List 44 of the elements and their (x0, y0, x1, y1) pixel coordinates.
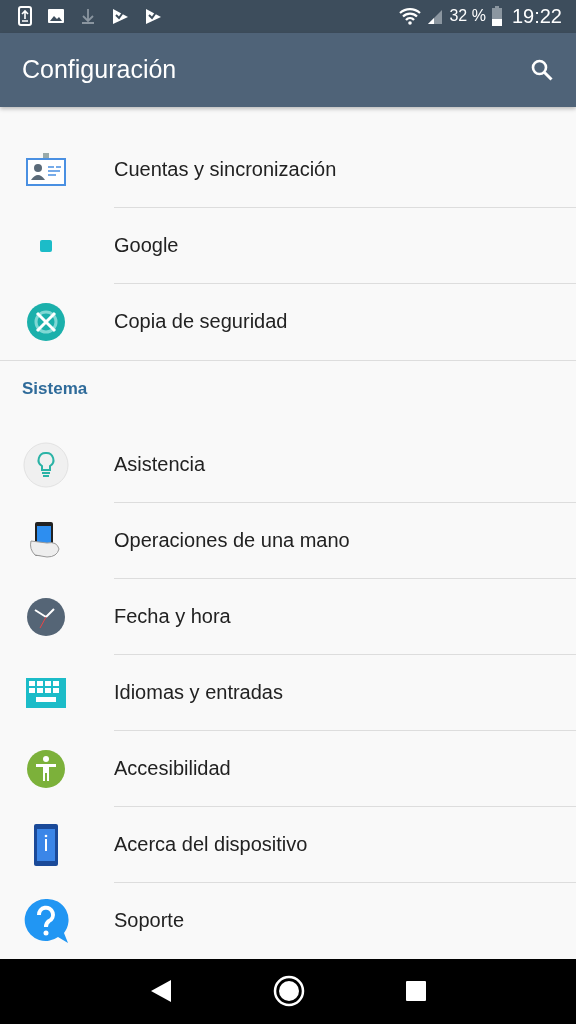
settings-item-label: Accesibilidad (114, 730, 576, 807)
settings-item[interactable]: Asistencia (0, 426, 576, 503)
settings-item[interactable]: Soporte (0, 882, 576, 959)
phone-info-icon (34, 823, 58, 866)
keyboard-icon (26, 677, 66, 708)
upload-phone-icon (18, 6, 32, 27)
id-card-icon (25, 152, 67, 187)
settings-item-label: Fecha y hora (114, 578, 576, 655)
check-flag-icon (111, 7, 129, 26)
lightbulb-icon (23, 441, 69, 488)
clock-icon (26, 596, 66, 637)
settings-item-label: Idiomas y entradas (114, 654, 576, 731)
check-flag-icon (144, 7, 162, 26)
settings-item[interactable]: Idiomas y entradas (0, 654, 576, 731)
settings-item-label: Asistencia (114, 426, 576, 503)
settings-item-label: Cuentas y sincronización (114, 131, 576, 208)
settings-item-label: Copia de seguridad (114, 309, 289, 335)
section-header: Sistema (21, 377, 89, 400)
settings-item[interactable]: Accesibilidad (0, 730, 576, 807)
accessibility-icon (26, 748, 66, 789)
settings-item[interactable]: Fecha y hora (0, 578, 576, 655)
download-icon (80, 8, 96, 25)
home-icon[interactable] (273, 975, 305, 1008)
settings-item-label: Operaciones de una mano (114, 502, 576, 579)
settings-item[interactable]: Acerca del dispositivo (0, 806, 576, 883)
settings-item[interactable]: Google (0, 207, 576, 284)
settings-item-label: Acerca del dispositivo (114, 806, 576, 883)
search-icon[interactable] (530, 57, 554, 82)
settings-item-label: Soporte (114, 908, 186, 934)
help-icon (23, 897, 69, 944)
settings-item[interactable]: Operaciones de una mano (0, 502, 576, 579)
signal-icon (427, 8, 444, 25)
wifi-icon (399, 7, 422, 26)
settings-item[interactable]: Copia de seguridad (0, 283, 576, 360)
image-icon (47, 7, 65, 26)
battery-icon (491, 6, 502, 27)
settings-item-label: Google (114, 207, 576, 284)
status-time: 19:22 (511, 4, 562, 28)
app-bar-title: Configuración (22, 55, 177, 85)
backup-icon (26, 301, 66, 342)
settings-item[interactable]: Cuentas y sincronización (0, 131, 576, 208)
recents-icon[interactable] (405, 981, 426, 1002)
back-icon[interactable] (150, 979, 173, 1004)
battery-percent: 32 % (449, 7, 486, 26)
